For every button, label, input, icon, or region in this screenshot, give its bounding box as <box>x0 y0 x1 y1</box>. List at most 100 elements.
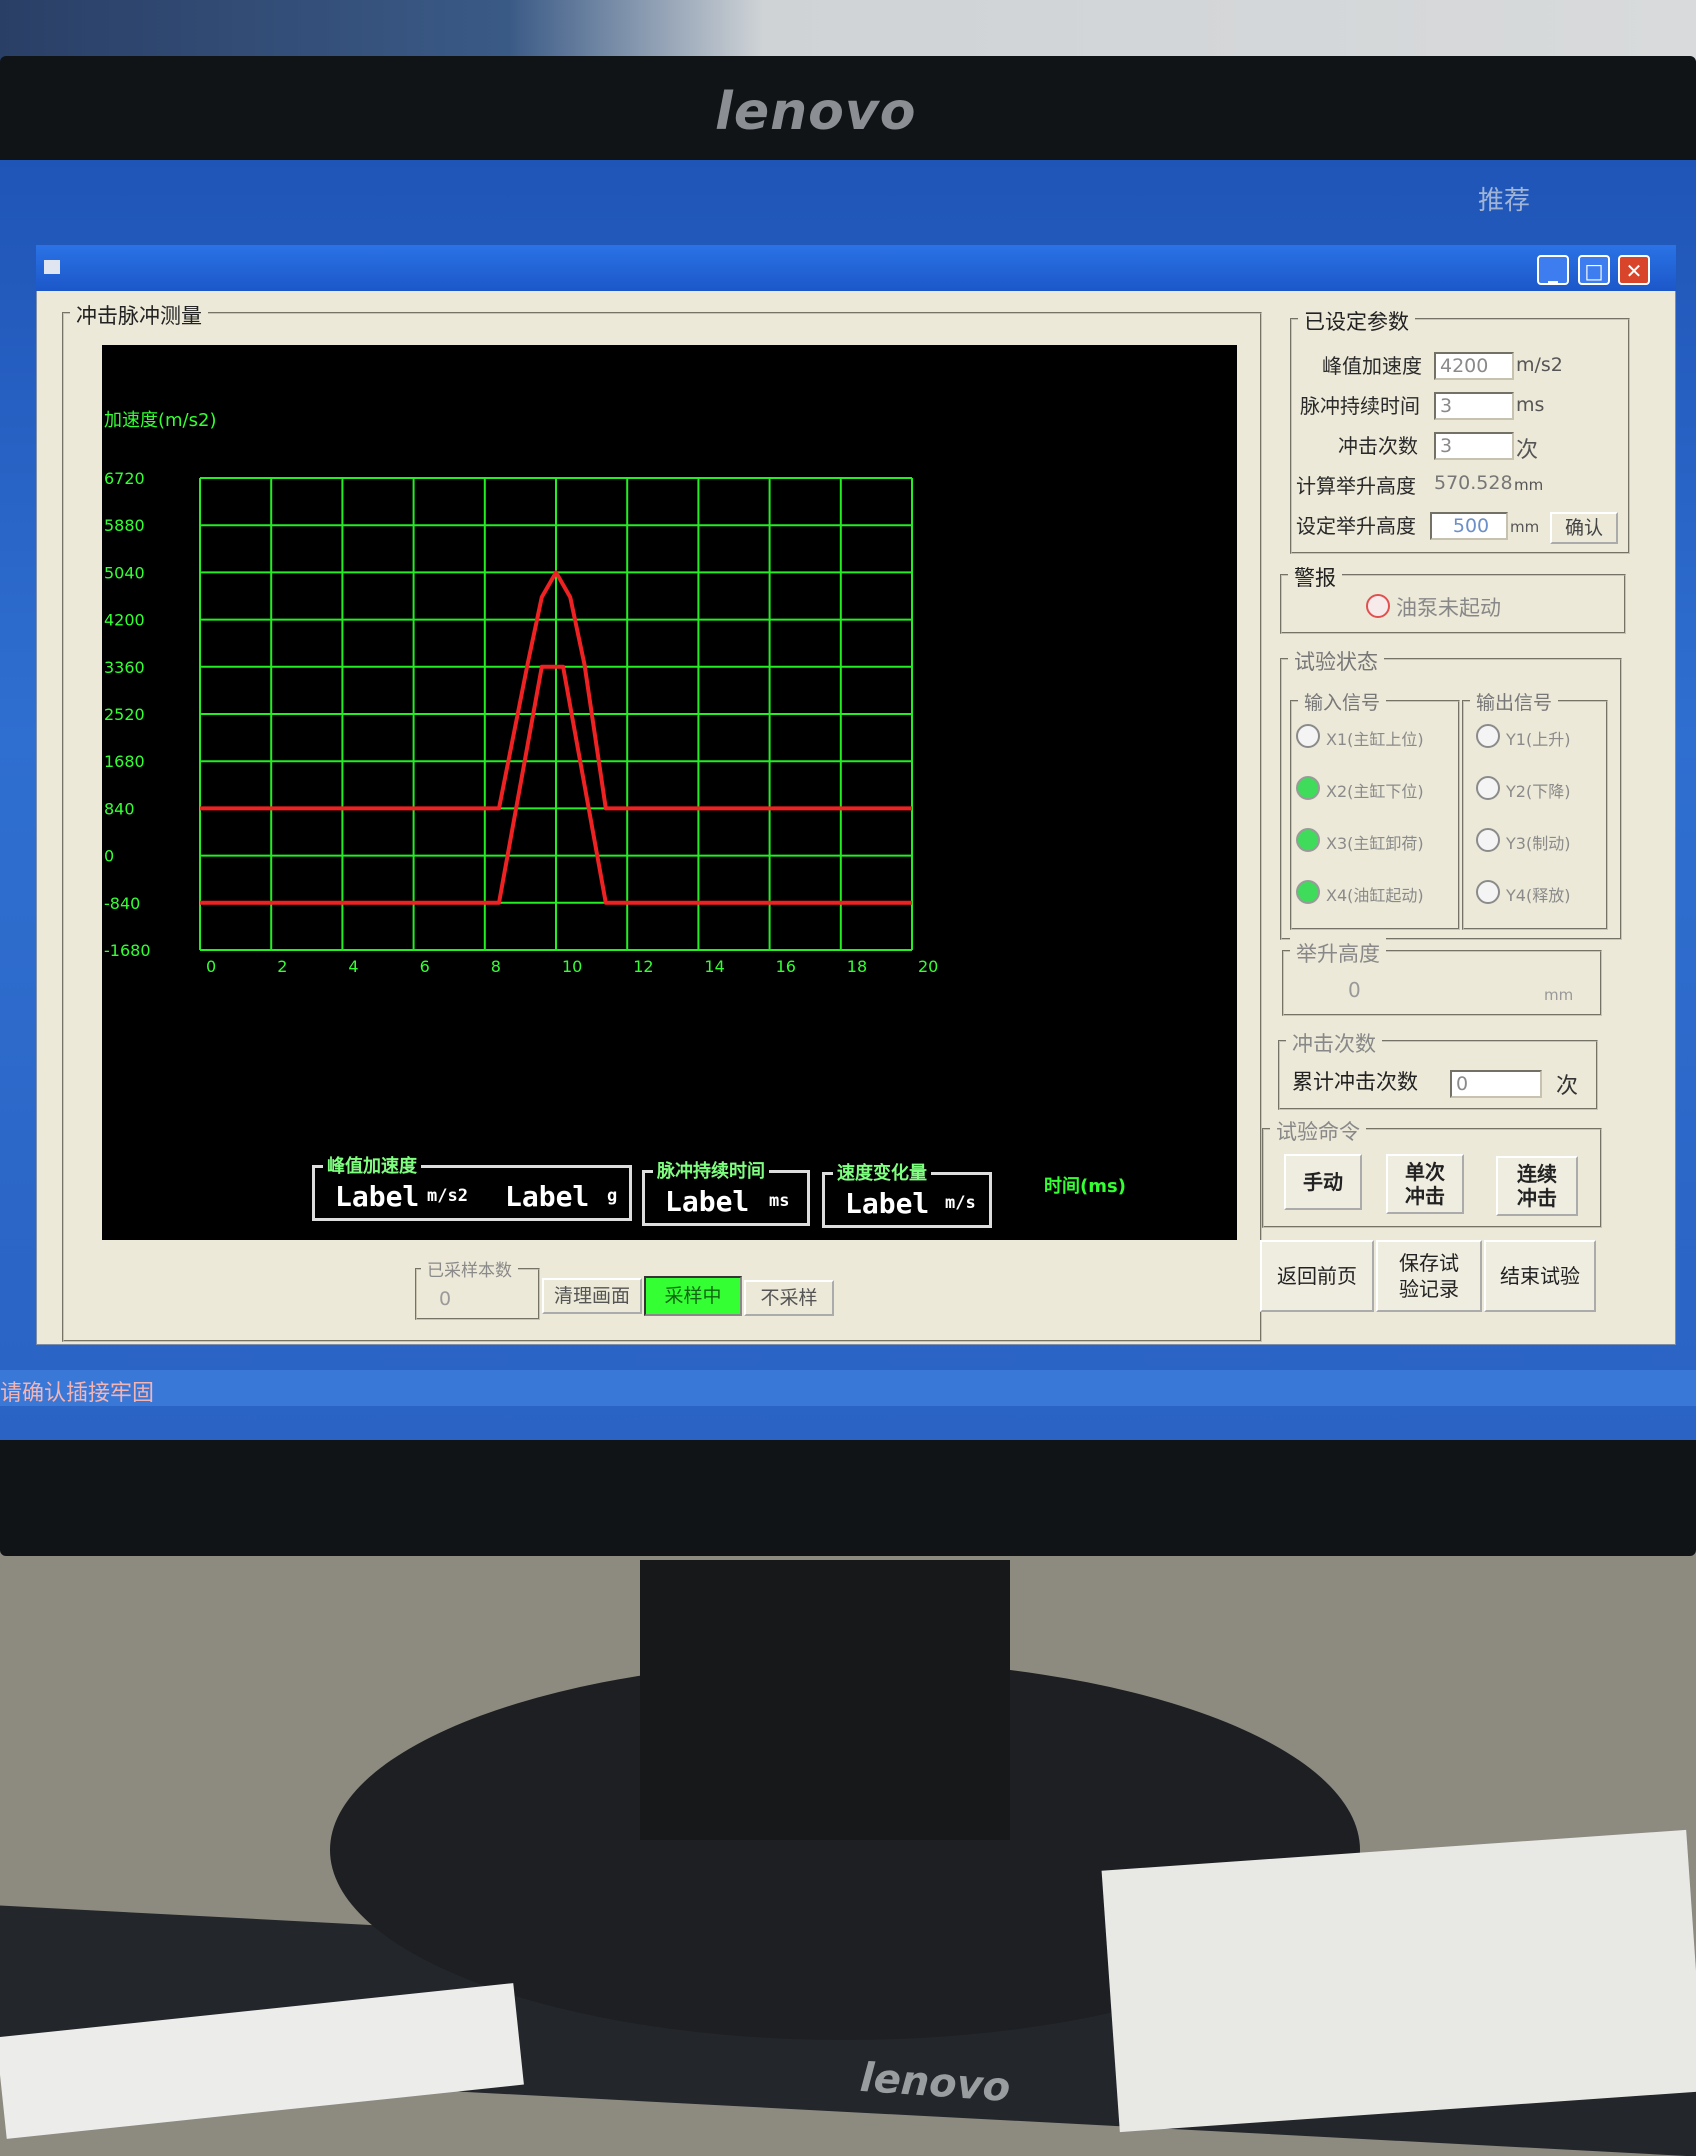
desktop-corner-text: 推荐 <box>1478 186 1531 216</box>
manual-button[interactable]: 手动 <box>1284 1154 1362 1210</box>
sample-count-box: 已采样本数 0 <box>415 1256 540 1320</box>
sampling-button[interactable]: 采样中 <box>644 1276 742 1316</box>
input-signal-indicator <box>1296 880 1320 904</box>
impacts-label: 累计冲击次数 <box>1292 1070 1418 1094</box>
impact-count-param-field[interactable]: 3 <box>1434 432 1514 460</box>
y-tick-label: 840 <box>104 799 135 818</box>
input-signal-label: X1(主缸上位) <box>1326 730 1424 749</box>
save-record-line2: 验记录 <box>1399 1277 1459 1301</box>
window-titlebar[interactable] <box>36 245 1676 291</box>
peak-accel-param-field[interactable]: 4200 <box>1434 352 1514 380</box>
calc-height-label: 计算举升高度 <box>1296 474 1416 498</box>
lift-height-title: 举升高度 <box>1290 938 1386 968</box>
chart-grid <box>199 477 913 951</box>
pulse-time-param-field[interactable]: 3 <box>1434 392 1514 420</box>
y-tick-label: 3360 <box>104 658 145 677</box>
x-tick-label: 8 <box>491 957 501 976</box>
x-axis-label: 时间(ms) <box>1044 1176 1126 1197</box>
output-signals-title: 输出信号 <box>1470 688 1559 715</box>
chart-ticks: 0 2 4 6 8 10 12 14 16 18 20 6720 5880 5040 4200 3360 252… <box>104 469 938 976</box>
velocity-change-unit: m/s <box>945 1193 976 1213</box>
pulse-time-param-unit: ms <box>1516 394 1545 416</box>
output-signal-label: Y4(释放) <box>1506 886 1571 905</box>
continuous-impact-line2: 冲击 <box>1517 1186 1557 1210</box>
output-signal-indicator <box>1476 880 1500 904</box>
sample-count-value: 0 <box>439 1288 452 1310</box>
alarm-title: 警报 <box>1288 562 1342 592</box>
x-tick-label: 6 <box>420 957 430 976</box>
input-signal-indicator <box>1296 724 1320 748</box>
y-tick-label: 0 <box>104 847 114 866</box>
set-height-field[interactable]: 500 <box>1430 512 1508 540</box>
set-height-unit: mm <box>1510 518 1540 536</box>
y-tick-label: -1680 <box>104 941 151 960</box>
output-signal-label: Y2(下降) <box>1506 782 1571 801</box>
pulse-duration-readout: 脉冲持续时间 Label ms <box>642 1157 810 1226</box>
impact-count-param-unit: 次 <box>1516 438 1539 463</box>
maximize-button[interactable]: □ <box>1578 255 1610 285</box>
alarm-text: 油泵未起动 <box>1396 596 1501 620</box>
set-params-title: 已设定参数 <box>1298 306 1415 336</box>
y-tick-label: 4200 <box>104 611 145 630</box>
output-signal-indicator <box>1476 776 1500 800</box>
input-signal-label: X3(主缸卸荷) <box>1326 834 1424 853</box>
clear-screen-button[interactable]: 清理画面 <box>542 1278 642 1314</box>
single-impact-line1: 单次 <box>1405 1160 1445 1184</box>
output-signal-indicator <box>1476 828 1500 852</box>
peak-accel-param-unit: m/s2 <box>1516 354 1563 376</box>
continuous-impact-line1: 连续 <box>1517 1162 1557 1186</box>
impacts-unit: 次 <box>1556 1074 1579 1099</box>
calc-height-unit: mm <box>1514 476 1544 494</box>
x-tick-label: 14 <box>704 957 724 976</box>
y-tick-label: 5040 <box>104 563 145 582</box>
y-tick-label: 6720 <box>104 469 145 488</box>
lift-height-unit: mm <box>1544 986 1574 1004</box>
output-signal-label: Y1(上升) <box>1506 730 1571 749</box>
peak-accel-readout-title: 峰值加速度 <box>323 1152 421 1178</box>
impact-count-param-label: 冲击次数 <box>1338 434 1418 458</box>
x-tick-label: 10 <box>562 957 582 976</box>
app-icon <box>44 260 60 274</box>
pulse-time-param-label: 脉冲持续时间 <box>1300 394 1420 418</box>
save-record-line1: 保存试 <box>1399 1251 1459 1275</box>
pulse-duration-unit: ms <box>769 1191 790 1211</box>
velocity-change-readout-title: 速度变化量 <box>833 1159 931 1185</box>
continuous-impact-button[interactable]: 连续 冲击 <box>1496 1156 1578 1216</box>
impacts-title: 冲击次数 <box>1286 1028 1382 1058</box>
input-signal-label: X2(主缸下位) <box>1326 782 1424 801</box>
back-button[interactable]: 返回前页 <box>1260 1240 1374 1312</box>
input-signals-title: 输入信号 <box>1298 688 1387 715</box>
y-tick-label: 5880 <box>104 516 145 535</box>
end-test-button[interactable]: 结束试验 <box>1484 1240 1596 1312</box>
y-tick-label: 2520 <box>104 705 145 724</box>
close-button[interactable]: ✕ <box>1618 255 1650 285</box>
input-signal-indicator <box>1296 828 1320 852</box>
x-tick-label: 12 <box>633 957 653 976</box>
test-status-title: 试验状态 <box>1288 646 1384 676</box>
pulse-duration-value: Label <box>665 1185 750 1218</box>
y-tick-label: 1680 <box>104 752 145 771</box>
measure-group-title: 冲击脉冲测量 <box>70 300 208 330</box>
alarm-indicator <box>1366 594 1390 618</box>
impacts-field[interactable]: 0 <box>1450 1070 1542 1098</box>
output-signal-indicator <box>1476 724 1500 748</box>
lift-height-value: 0 <box>1348 978 1361 1002</box>
sample-count-label: 已采样本数 <box>421 1256 518 1281</box>
taskbar <box>0 1370 1696 1406</box>
monitor-stand-neck <box>640 1560 1010 1840</box>
minimize-button[interactable]: _ <box>1537 255 1569 285</box>
velocity-change-readout: 速度变化量 Label m/s <box>822 1159 992 1228</box>
confirm-button[interactable]: 确认 <box>1550 512 1618 544</box>
input-signal-indicator <box>1296 776 1320 800</box>
x-tick-label: 0 <box>206 957 216 976</box>
y-axis-label: 加速度(m/s2) <box>104 410 216 431</box>
peak-accel-unit-g: g <box>607 1186 618 1206</box>
single-impact-button[interactable]: 单次 冲击 <box>1386 1154 1464 1214</box>
peak-accel-readout: 峰值加速度 Label m/s2 Label g <box>312 1152 632 1221</box>
stop-sampling-button[interactable]: 不采样 <box>744 1280 834 1316</box>
save-record-button[interactable]: 保存试 验记录 <box>1376 1240 1482 1312</box>
input-signal-label: X4(油缸起动) <box>1326 886 1424 905</box>
acceleration-chart: 加速度(m/s2) 时间(ms) 0 2 4 6 8 10 12 14 16 18 20 6720 58… <box>104 410 1126 1197</box>
x-tick-label: 2 <box>277 957 287 976</box>
monitor-brand-logo: lenovo <box>715 82 917 142</box>
